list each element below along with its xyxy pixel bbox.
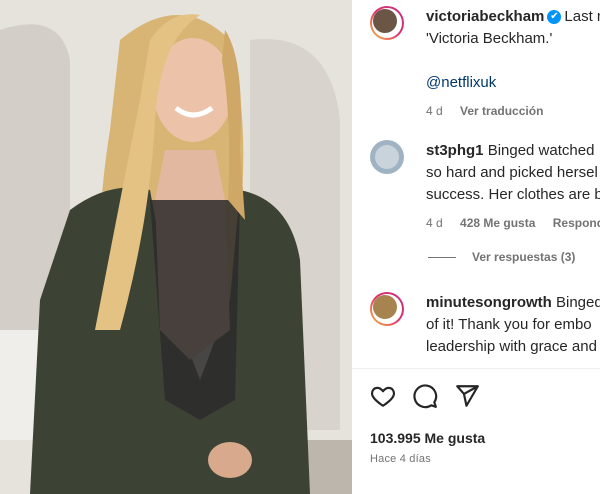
comment-text-2: of it! Thank you for embo [426, 316, 592, 333]
replies-divider [428, 256, 456, 258]
comment-text: Binged [556, 294, 600, 311]
caption-text: Last n [564, 8, 600, 25]
comment-icon[interactable] [412, 383, 438, 409]
comment-text-3: leadership with grace and [426, 338, 597, 355]
comment-text-2: so hard and picked hersel [426, 164, 598, 181]
caption: victoriabeckham✔Last n 'Victoria Beckham… [370, 6, 600, 122]
caption-username[interactable]: victoriabeckham [426, 8, 544, 25]
post-likes-count[interactable]: 103.995 Me gusta [370, 430, 485, 446]
avatar[interactable] [370, 292, 404, 326]
avatar[interactable] [370, 140, 404, 174]
verified-icon: ✔ [547, 10, 562, 25]
caption-age[interactable]: 4 d [426, 104, 443, 118]
comment-likes[interactable]: 428 Me gusta [460, 216, 535, 230]
mention-link[interactable]: @netflixuk [426, 74, 496, 91]
comment-age[interactable]: 4 d [426, 216, 443, 230]
view-replies-label: Ver respuestas (3) [472, 250, 576, 264]
caption-text-2: 'Victoria Beckham.' [426, 30, 553, 47]
post-side-panel: victoriabeckham✔Last n 'Victoria Beckham… [352, 0, 600, 494]
post-image [0, 0, 352, 494]
comment-text: Binged watched [487, 142, 595, 159]
view-replies-button[interactable]: Ver respuestas (3) [428, 250, 575, 264]
comment-text-3: success. Her clothes are b [426, 186, 600, 203]
heart-icon[interactable] [370, 383, 396, 409]
post-timestamp: Hace 4 días [370, 453, 431, 465]
post-actions [370, 383, 480, 409]
actions-divider [352, 368, 600, 369]
comment-username[interactable]: st3phg1 [426, 142, 484, 159]
comment: st3phg1 Binged watched so hard and picke… [370, 140, 600, 234]
avatar[interactable] [370, 6, 404, 40]
comments-list[interactable]: victoriabeckham✔Last n 'Victoria Beckham… [352, 0, 600, 368]
comment-username[interactable]: minutesongrowth [426, 294, 552, 311]
comment: minutesongrowth Binged of it! Thank you … [370, 292, 600, 358]
reply-button[interactable]: Responde [553, 216, 600, 230]
translate-link[interactable]: Ver traducción [460, 104, 543, 118]
share-icon[interactable] [454, 383, 480, 409]
